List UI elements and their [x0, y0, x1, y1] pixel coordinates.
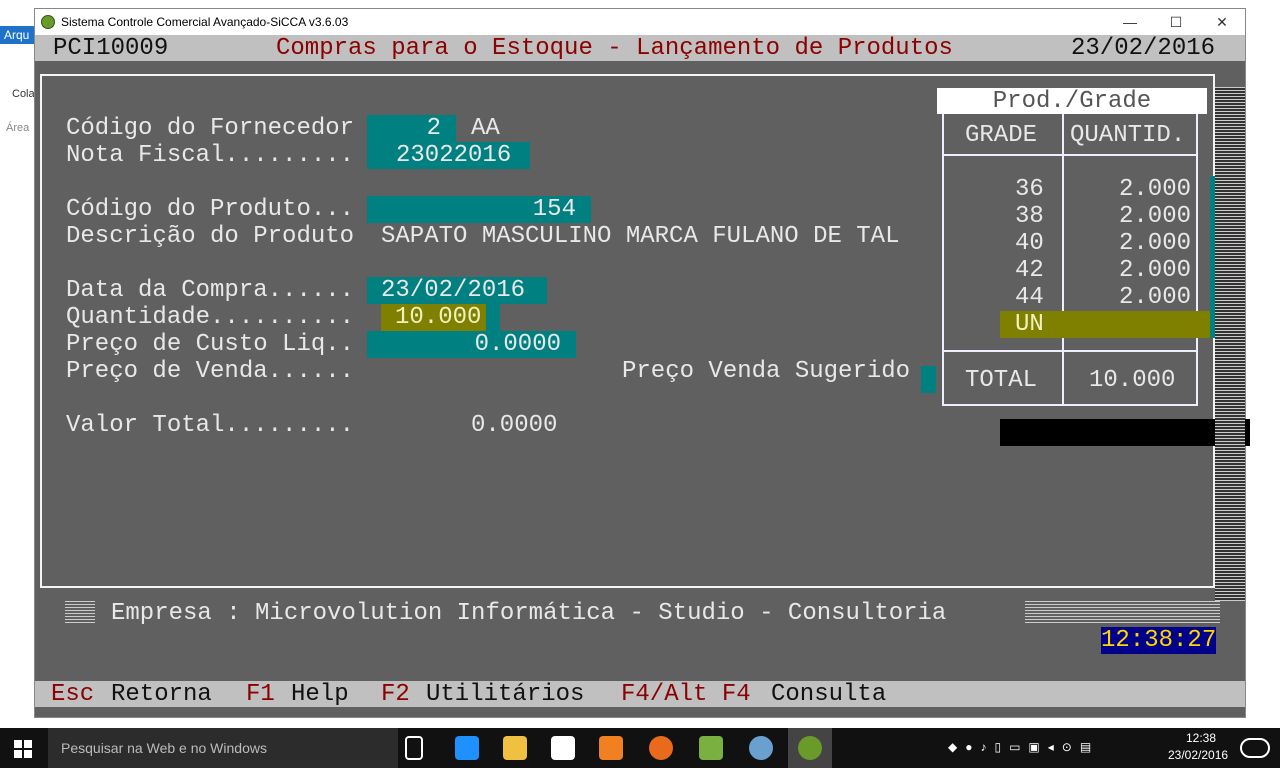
- sugerido-input[interactable]: [921, 366, 936, 393]
- grade-row-qty[interactable]: 2.000: [1119, 284, 1191, 311]
- company-pattern-left: [65, 601, 95, 623]
- function-key-bar: Esc Retorna F1 Help F2 Utilitários F4/Al…: [35, 681, 1245, 708]
- sicca-task[interactable]: [788, 728, 832, 768]
- data-input[interactable]: 23/02/2016: [367, 277, 547, 304]
- grade-shadow: [1000, 419, 1250, 446]
- paint-icon[interactable]: [749, 736, 773, 760]
- screen-scrollbar[interactable]: [1215, 87, 1245, 601]
- custo-input[interactable]: 0.0000: [367, 331, 576, 358]
- screen-date: 23/02/2016: [1071, 35, 1216, 62]
- key-f2[interactable]: F2: [381, 681, 410, 708]
- maximize-button[interactable]: ☐: [1153, 9, 1199, 35]
- window-title: Sistema Controle Comercial Avançado-SiCC…: [61, 15, 349, 29]
- fornecedor-name: AA: [471, 115, 500, 142]
- app-chart-icon[interactable]: [699, 736, 723, 760]
- grade-col-qty: QUANTID.: [1070, 122, 1186, 149]
- grade-total-label: TOTAL: [965, 367, 1038, 394]
- system-tray-icons[interactable]: ◆●♪▯▭▣◂⊙▤: [948, 740, 1168, 756]
- title-bar[interactable]: Sistema Controle Comercial Avançado-SiCC…: [35, 9, 1245, 35]
- background-area: Área: [6, 122, 30, 134]
- custo-label: Preço de Custo Liq..: [66, 331, 355, 358]
- task-view-icon[interactable]: [405, 736, 423, 760]
- produto-label: Código do Produto...: [66, 196, 355, 223]
- grade-row-size[interactable]: 42: [1015, 257, 1044, 284]
- firefox-icon[interactable]: [649, 736, 673, 760]
- screen-code: PCI10009: [53, 35, 169, 62]
- key-f1[interactable]: F1: [246, 681, 275, 708]
- key-f4-label[interactable]: Consulta: [771, 681, 886, 708]
- total-label: Valor Total.........: [66, 412, 355, 439]
- grade-total-value: 10.000: [1089, 367, 1176, 394]
- edge-icon[interactable]: [455, 736, 479, 760]
- grade-col-grade: GRADE: [965, 122, 1038, 149]
- key-esc[interactable]: Esc: [51, 681, 94, 708]
- grade-row-size[interactable]: 38: [1015, 203, 1044, 230]
- media-icon[interactable]: [599, 736, 623, 760]
- nota-label: Nota Fiscal.........: [66, 142, 355, 169]
- total-value: 0.0000: [471, 412, 558, 439]
- nota-input[interactable]: 23022016: [367, 142, 530, 169]
- taskbar: Pesquisar na Web e no Windows ◆●♪▯▭▣◂⊙▤ …: [0, 728, 1280, 768]
- quantidade-label: Quantidade..........: [66, 304, 355, 331]
- grade-row-size[interactable]: 40: [1015, 230, 1044, 257]
- background-paste[interactable]: Cola: [12, 88, 35, 100]
- grade-current-value[interactable]: UN: [1015, 311, 1044, 338]
- tray-date[interactable]: 23/02/2016: [1168, 748, 1228, 762]
- grade-row-qty[interactable]: 2.000: [1119, 203, 1191, 230]
- windows-start-icon[interactable]: [14, 740, 32, 758]
- descricao-label: Descrição do Produto: [66, 223, 355, 250]
- data-label: Data da Compra......: [66, 277, 355, 304]
- fornecedor-input[interactable]: 2: [367, 115, 456, 142]
- grade-row-qty[interactable]: 2.000: [1119, 176, 1191, 203]
- grade-row-size[interactable]: 44: [1015, 284, 1044, 311]
- screen-header: PCI10009 Compras para o Estoque - Lançam…: [35, 35, 1245, 62]
- fornecedor-label: Código do Fornecedor: [66, 115, 355, 142]
- sicca-icon: [798, 736, 822, 760]
- key-f4[interactable]: F4/Alt F4: [621, 681, 751, 708]
- screen-title: Compras para o Estoque - Lançamento de P…: [276, 35, 953, 62]
- key-f2-label[interactable]: Utilitários: [426, 681, 584, 708]
- key-esc-label[interactable]: Retorna: [111, 681, 212, 708]
- app-icon: [41, 15, 55, 29]
- sicca-window: Sistema Controle Comercial Avançado-SiCC…: [34, 8, 1250, 718]
- grade-row-qty[interactable]: 2.000: [1119, 257, 1191, 284]
- taskbar-search[interactable]: Pesquisar na Web e no Windows: [48, 728, 398, 768]
- clock: 12:38:27: [1101, 627, 1217, 654]
- grade-total-divider: [942, 350, 1198, 352]
- store-icon[interactable]: [551, 736, 575, 760]
- close-button[interactable]: ✕: [1199, 9, 1245, 35]
- notifications-cloud-icon[interactable]: [1240, 738, 1270, 758]
- descricao-value: SAPATO MASCULINO MARCA FULANO DE TAL: [381, 223, 900, 250]
- produto-input[interactable]: 154: [367, 196, 591, 223]
- grade-row-size[interactable]: 36: [1015, 176, 1044, 203]
- grade-header-divider: [942, 154, 1198, 156]
- key-f1-label[interactable]: Help: [291, 681, 349, 708]
- tray-time[interactable]: 12:38: [1176, 731, 1226, 745]
- sugerido-label: Preço Venda Sugerido: [622, 358, 911, 385]
- company-pattern-right: [1025, 601, 1220, 623]
- grade-row-qty[interactable]: 2.000: [1119, 230, 1191, 257]
- quantidade-input[interactable]: 10.000: [381, 304, 486, 331]
- grade-title: Prod./Grade: [937, 88, 1207, 115]
- grade-popup: Prod./Grade GRADE QUANTID. UN 36 2.000 38 2…: [937, 88, 1250, 446]
- quantidade-input-tail: [486, 304, 500, 331]
- venda-label: Preço de Venda......: [66, 358, 355, 385]
- company-name: Empresa : Microvolution Informática - St…: [111, 600, 947, 627]
- explorer-icon[interactable]: [503, 736, 527, 760]
- grade-column-divider: [1062, 114, 1064, 404]
- minimize-button[interactable]: —: [1107, 9, 1153, 35]
